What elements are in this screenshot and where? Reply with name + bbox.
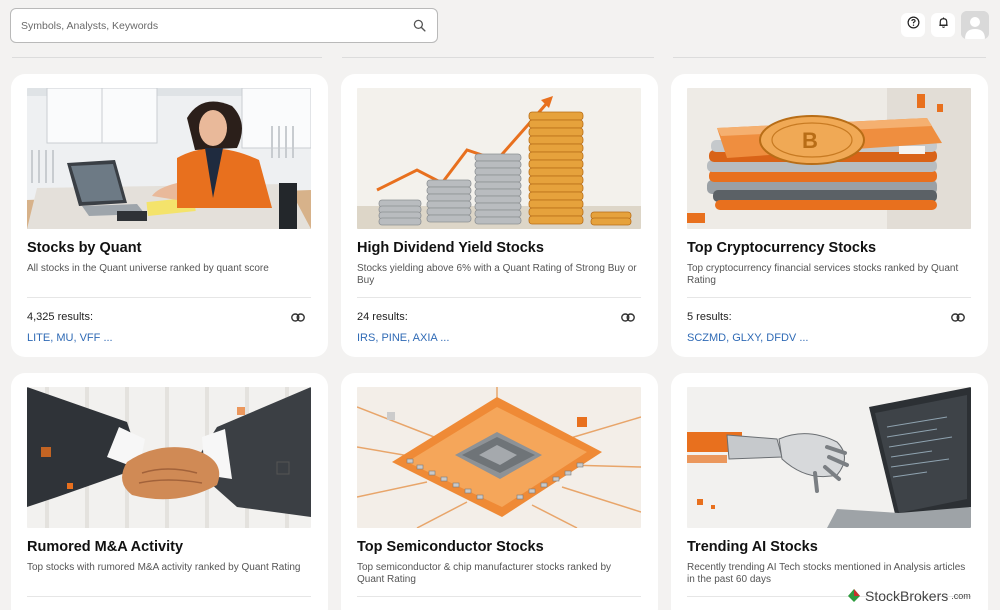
card-description: Top cryptocurrency financial services st… bbox=[687, 263, 959, 286]
card-title[interactable]: Trending AI Stocks bbox=[687, 539, 818, 555]
svg-text:B: B bbox=[802, 128, 818, 153]
card-description: Top stocks with rumored M&A activity ran… bbox=[27, 562, 301, 573]
ticker-link[interactable]: MU bbox=[56, 332, 73, 344]
card-title[interactable]: Top Cryptocurrency Stocks bbox=[687, 240, 876, 256]
divider bbox=[673, 57, 986, 58]
watermark-brand: StockBrokers bbox=[865, 588, 949, 604]
card-description: Recently trending AI Tech stocks mention… bbox=[687, 562, 966, 585]
search-box[interactable] bbox=[10, 8, 438, 43]
ticker-list: SCZMD, GLXY, DFDV ... bbox=[687, 332, 809, 344]
ticker-link[interactable]: PINE bbox=[381, 332, 407, 344]
card-description: Stocks yielding above 6% with a Quant Ra… bbox=[357, 263, 637, 286]
card-illustration: B bbox=[687, 88, 971, 229]
copy-link-icon[interactable] bbox=[620, 310, 636, 324]
search-input[interactable] bbox=[21, 19, 411, 32]
results-count: 24 results: bbox=[357, 311, 408, 323]
ticker-list: IRS, PINE, AXIA ... bbox=[357, 332, 450, 344]
card-divider bbox=[357, 297, 641, 298]
divider bbox=[342, 57, 654, 58]
top-header bbox=[0, 0, 1000, 50]
screen-card[interactable]: Top Semiconductor Stocks Top semiconduct… bbox=[341, 373, 658, 610]
help-circle-icon bbox=[907, 16, 920, 34]
screen-card[interactable]: B Top Cryptocurrency Stocks Top cryptocu… bbox=[671, 74, 988, 357]
ticker-link[interactable]: IRS bbox=[357, 332, 375, 344]
screen-card[interactable]: Rumored M&A Activity Top stocks with rum… bbox=[11, 373, 328, 610]
card-title[interactable]: High Dividend Yield Stocks bbox=[357, 240, 544, 256]
card-illustration bbox=[357, 88, 641, 229]
card-divider bbox=[27, 596, 311, 597]
user-avatar[interactable] bbox=[961, 11, 989, 39]
more-tickers-link[interactable]: ... bbox=[440, 332, 449, 344]
results-count: 4,325 results: bbox=[27, 311, 94, 323]
ticker-link[interactable]: GLXY bbox=[732, 332, 760, 344]
ticker-link[interactable]: AXIA bbox=[413, 332, 437, 344]
card-title[interactable]: Rumored M&A Activity bbox=[27, 539, 183, 555]
card-divider bbox=[687, 297, 971, 298]
card-illustration bbox=[687, 387, 971, 528]
card-title[interactable]: Stocks by Quant bbox=[27, 240, 141, 256]
screen-card[interactable]: Trending AI Stocks Recently trending AI … bbox=[671, 373, 988, 610]
divider bbox=[12, 57, 322, 58]
watermark-suffix: .com bbox=[951, 591, 971, 601]
more-tickers-link[interactable]: ... bbox=[799, 332, 808, 344]
ticker-link[interactable]: SCZMD bbox=[687, 332, 726, 344]
copy-link-icon[interactable] bbox=[950, 310, 966, 324]
leaf-logo-icon bbox=[846, 587, 862, 606]
screen-card[interactable]: High Dividend Yield Stocks Stocks yieldi… bbox=[341, 74, 658, 357]
results-count: 5 results: bbox=[687, 311, 732, 323]
ticker-list: LITE, MU, VFF ... bbox=[27, 332, 113, 344]
stockbrokers-watermark: StockBrokers .com bbox=[846, 586, 971, 606]
screen-card[interactable]: Stocks by Quant All stocks in the Quant … bbox=[11, 74, 328, 357]
card-illustration bbox=[27, 88, 311, 229]
card-description: Top semiconductor & chip manufacturer st… bbox=[357, 562, 612, 585]
copy-link-icon[interactable] bbox=[290, 310, 306, 324]
card-illustration bbox=[357, 387, 641, 528]
card-divider bbox=[27, 297, 311, 298]
search-icon[interactable] bbox=[411, 18, 427, 34]
card-illustration bbox=[27, 387, 311, 528]
card-divider bbox=[357, 596, 641, 597]
ticker-link[interactable]: VFF bbox=[80, 332, 101, 344]
card-description: All stocks in the Quant universe ranked … bbox=[27, 263, 269, 274]
more-tickers-link[interactable]: ... bbox=[103, 332, 112, 344]
help-button[interactable] bbox=[901, 13, 925, 37]
ticker-link[interactable]: DFDV bbox=[766, 332, 796, 344]
user-avatar-icon bbox=[961, 11, 989, 39]
notifications-button[interactable] bbox=[931, 13, 955, 37]
ticker-link[interactable]: LITE bbox=[27, 332, 50, 344]
bell-icon bbox=[937, 16, 950, 34]
card-title[interactable]: Top Semiconductor Stocks bbox=[357, 539, 544, 555]
